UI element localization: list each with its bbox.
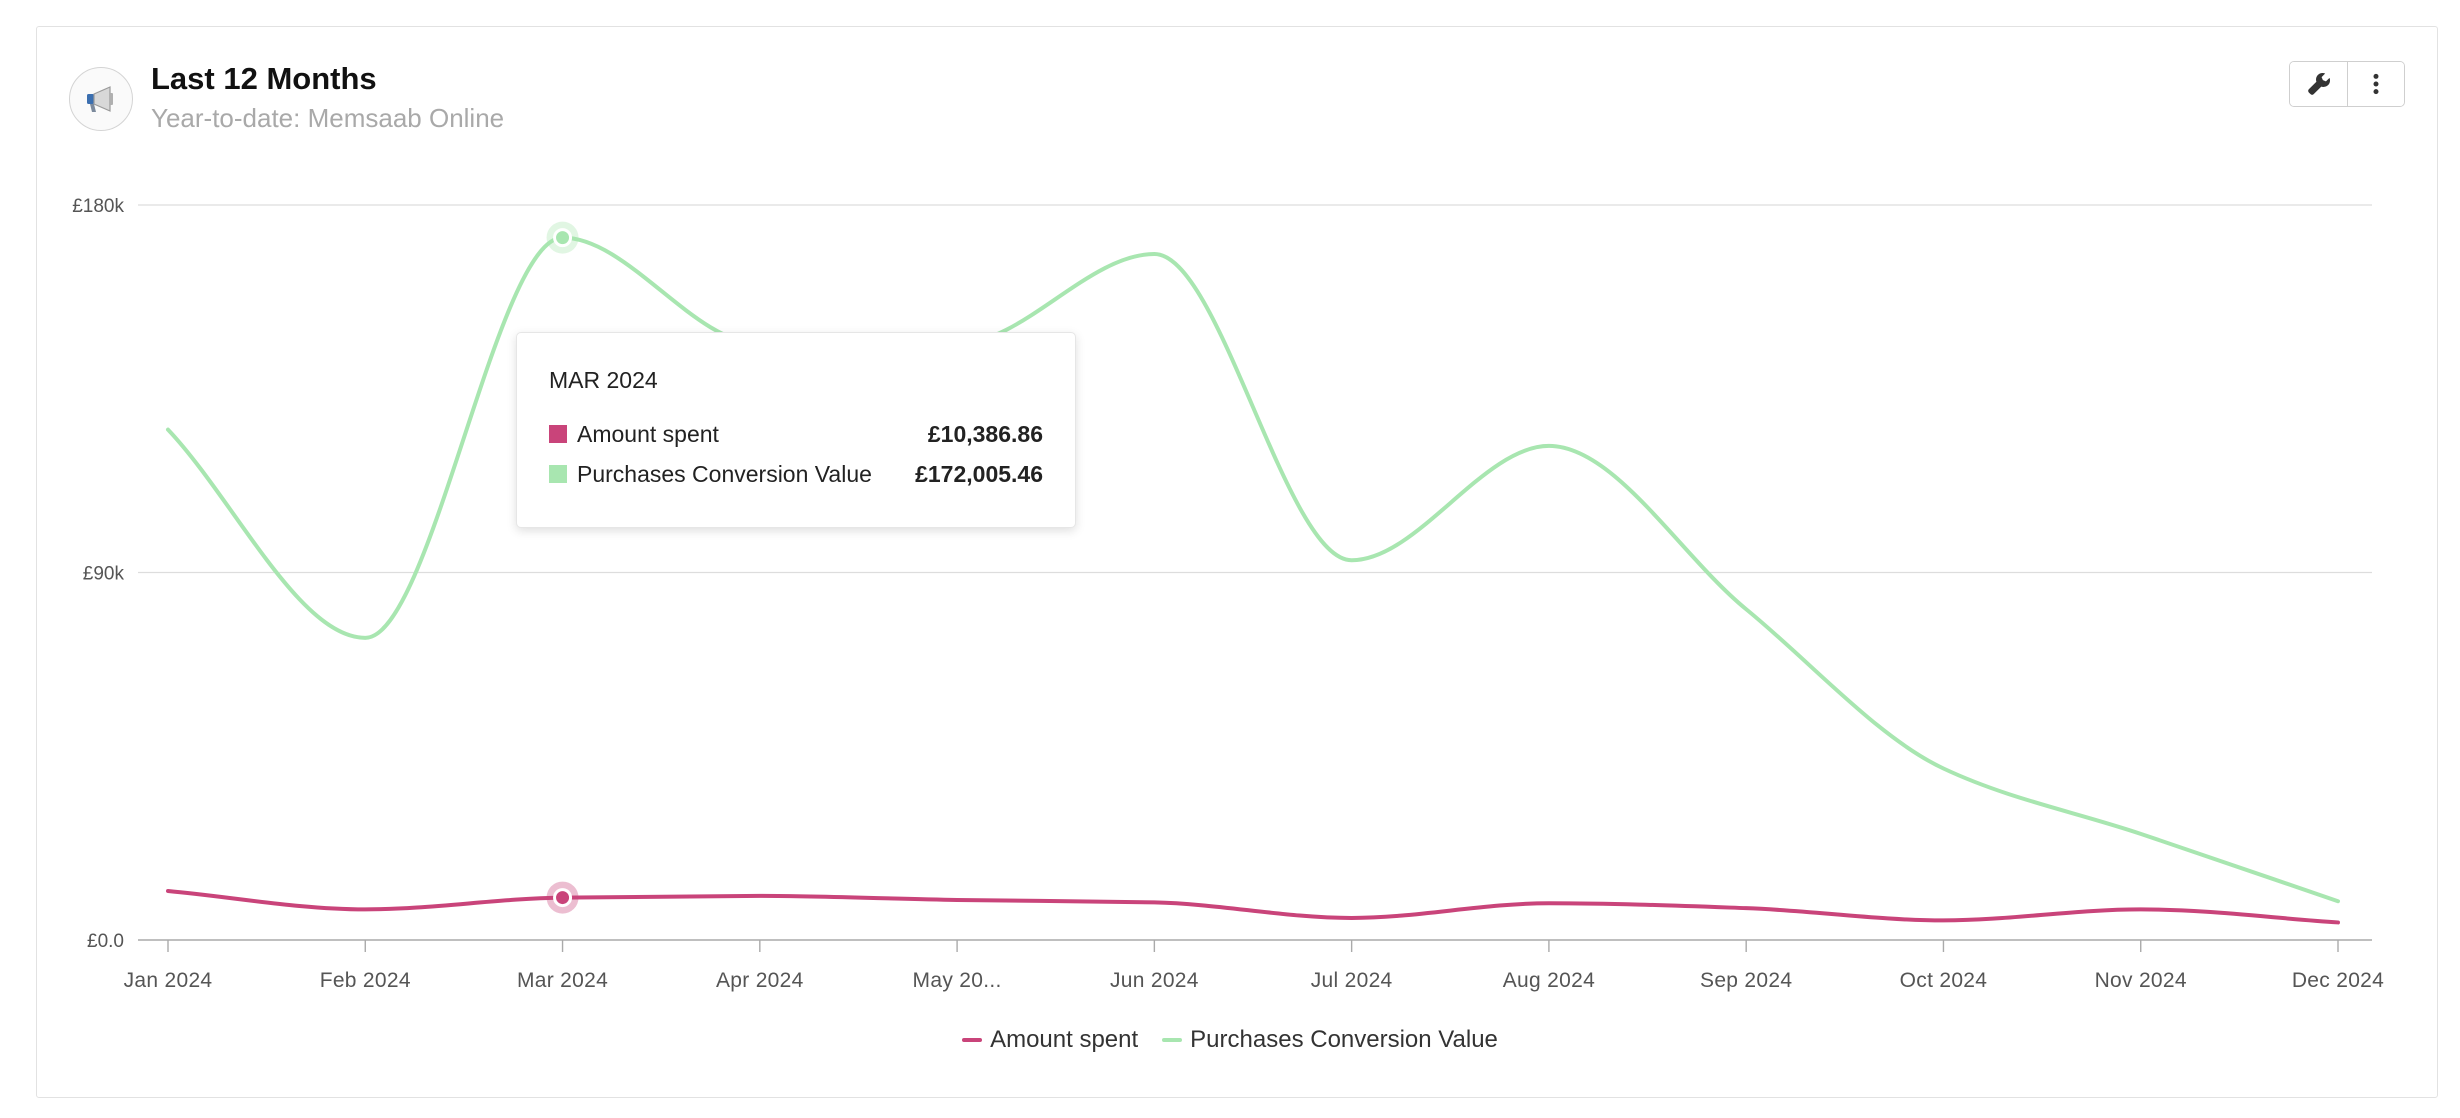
- x-tick-label: Dec 2024: [2292, 969, 2384, 992]
- tooltip-value: £10,386.86: [927, 420, 1043, 447]
- series-line-purchases-conversion-value: [166, 235, 2340, 904]
- chart-legend: Amount spent Purchases Conversion Value: [0, 1026, 2460, 1054]
- x-tick-label: Feb 2024: [320, 969, 411, 992]
- tooltip-title: MAR 2024: [549, 367, 658, 393]
- legend-label: Purchases Conversion Value: [1190, 1026, 1498, 1053]
- x-tick-label: Jun 2024: [1110, 969, 1199, 992]
- y-tick-label: £90k: [83, 564, 125, 585]
- x-tick-label: Oct 2024: [1900, 969, 1988, 992]
- line-chart: £0.0 £90k £180k Jan 2024 Feb 2024 Mar 2024 Apr…: [72, 196, 2384, 992]
- legend-item-purchases-conversion-value[interactable]: Purchases Conversion Value: [1162, 1026, 1498, 1054]
- tooltip-label: Purchases Conversion Value: [577, 460, 872, 487]
- x-tick-label: Mar 2024: [517, 969, 608, 992]
- chart-tooltip: MAR 2024 Amount spent £10,386.86 Purchas…: [516, 332, 1076, 528]
- series-line-amount-spent: [166, 889, 2340, 925]
- x-tick-label: May 20...: [913, 969, 1002, 992]
- x-tick-label: Jan 2024: [124, 969, 213, 992]
- x-tick-label: Nov 2024: [2095, 969, 2187, 992]
- highlight-point: [553, 888, 573, 908]
- legend-label: Amount spent: [990, 1026, 1139, 1053]
- x-tick-label: Sep 2024: [1700, 969, 1792, 992]
- legend-swatch: [962, 1038, 983, 1042]
- y-tick-label: £180k: [72, 196, 124, 217]
- x-tick-label: Apr 2024: [716, 969, 804, 992]
- tooltip-swatch: [549, 465, 567, 483]
- y-tick-label: £0.0: [87, 931, 124, 952]
- x-tick-label: Aug 2024: [1503, 969, 1595, 992]
- highlight-point: [553, 228, 573, 248]
- tooltip-row: Amount spent £10,386.86: [549, 414, 1043, 454]
- tooltip-label: Amount spent: [577, 420, 719, 447]
- tooltip-value: £172,005.46: [915, 460, 1043, 487]
- tooltip-row: Purchases Conversion Value £172,005.46: [549, 454, 1043, 494]
- tooltip-swatch: [549, 425, 567, 443]
- legend-swatch: [1162, 1038, 1183, 1042]
- legend-item-amount-spent[interactable]: Amount spent: [962, 1026, 1138, 1054]
- x-tick-label: Jul 2024: [1311, 969, 1393, 992]
